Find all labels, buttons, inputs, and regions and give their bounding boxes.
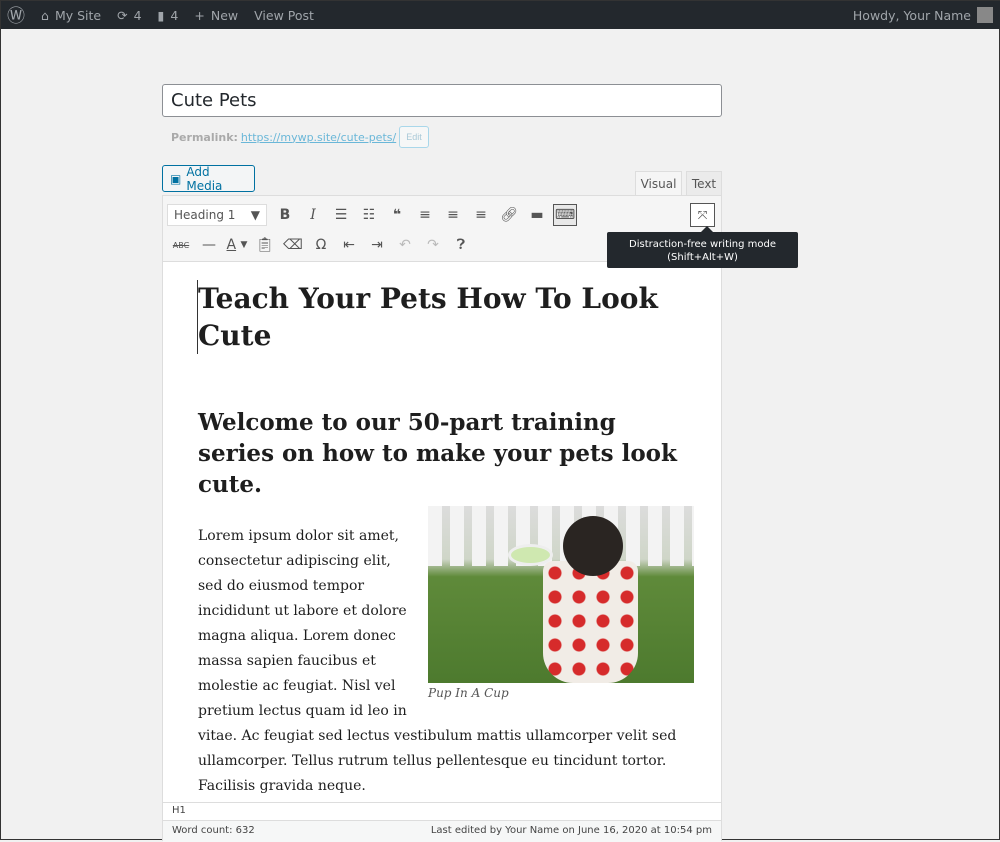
link-icon[interactable]: 🔗︎ xyxy=(495,202,523,228)
bold-icon[interactable]: B xyxy=(271,202,299,228)
image-figure[interactable]: Pup In A Cup xyxy=(428,506,694,700)
undo-icon[interactable]: ↶ xyxy=(391,232,419,258)
blockquote-icon[interactable]: ❝ xyxy=(383,202,411,228)
my-site-link[interactable]: ⌂ My Site xyxy=(33,1,109,29)
last-edited: Last edited by Your Name on June 16, 202… xyxy=(430,825,712,836)
help-icon[interactable]: ❓︎ xyxy=(447,232,475,258)
bulleted-list-icon[interactable]: ☰ xyxy=(327,202,355,228)
comment-icon: ▮ xyxy=(157,7,165,23)
horizontal-line-icon[interactable]: — xyxy=(195,232,223,258)
read-more-icon[interactable]: ▬ xyxy=(523,202,551,228)
image-caption: Pup In A Cup xyxy=(428,686,509,700)
word-count: Word count: 632 xyxy=(172,825,255,836)
paste-text-icon[interactable]: 📋︎ xyxy=(251,232,279,258)
new-link[interactable]: + New xyxy=(186,1,246,29)
status-bar: Word count: 632 Last edited by Your Name… xyxy=(163,820,721,842)
plus-icon: + xyxy=(194,7,205,23)
clear-formatting-icon[interactable]: ⌫ xyxy=(279,232,307,258)
text-color-icon[interactable]: A ▼ xyxy=(223,232,251,258)
post-heading-2: Welcome to our 50-part training series o… xyxy=(198,409,677,498)
account-menu[interactable]: Howdy, Your Name xyxy=(845,1,1000,29)
edit-permalink-button[interactable]: Edit xyxy=(399,126,429,148)
editor: Heading 1 ▼ B I ☰ ☷ ❝ ≡ ≡ ≡ 🔗︎ ▬ ⌨ ⤧ ABC … xyxy=(162,195,722,842)
home-icon: ⌂ xyxy=(41,7,49,23)
chevron-down-icon: ▼ xyxy=(250,208,260,222)
italic-icon[interactable]: I xyxy=(299,202,327,228)
tab-visual[interactable]: Visual xyxy=(635,171,682,196)
updates-icon: ⟳ xyxy=(117,7,128,23)
updates-link[interactable]: ⟳ 4 xyxy=(109,1,149,29)
format-select[interactable]: Heading 1 ▼ xyxy=(167,204,267,226)
strikethrough-icon[interactable]: ABC xyxy=(167,232,195,258)
wordpress-logo-icon[interactable]: Ⓦ xyxy=(1,1,33,29)
align-left-icon[interactable]: ≡ xyxy=(411,202,439,228)
admin-bar: Ⓦ ⌂ My Site ⟳ 4 ▮ 4 + New View Post Howdy, Y… xyxy=(1,1,1000,29)
permalink: Permalink: https://mywp.site/cute-pets/ … xyxy=(171,126,429,148)
special-character-icon[interactable]: Ω xyxy=(307,232,335,258)
numbered-list-icon[interactable]: ☷ xyxy=(355,202,383,228)
post-title-input[interactable]: Cute Pets xyxy=(162,84,722,117)
toolbar-toggle-icon[interactable]: ⌨ xyxy=(553,204,577,226)
media-icon: ▣ xyxy=(170,171,182,186)
redo-icon[interactable]: ↷ xyxy=(419,232,447,258)
align-right-icon[interactable]: ≡ xyxy=(467,202,495,228)
tab-text[interactable]: Text xyxy=(686,171,722,196)
element-path: H1 xyxy=(163,802,721,820)
tooltip: Distraction-free writing mode (Shift+Alt… xyxy=(607,226,798,268)
permalink-url[interactable]: https://mywp.site/cute-pets/ xyxy=(241,131,396,144)
editor-content[interactable]: Teach Your Pets How To Look Cute Welcome… xyxy=(163,262,721,802)
post-heading-1: Teach Your Pets How To Look Cute xyxy=(197,280,686,354)
outdent-icon[interactable]: ⇤ xyxy=(335,232,363,258)
puppy-in-cup-image[interactable] xyxy=(428,506,694,683)
avatar xyxy=(977,7,993,23)
view-post-link[interactable]: View Post xyxy=(246,1,322,29)
indent-icon[interactable]: ⇥ xyxy=(363,232,391,258)
comments-link[interactable]: ▮ 4 xyxy=(150,1,187,29)
add-media-button[interactable]: ▣ Add Media xyxy=(162,165,255,193)
distraction-free-icon[interactable]: ⤧ xyxy=(690,203,715,227)
align-center-icon[interactable]: ≡ xyxy=(439,202,467,228)
